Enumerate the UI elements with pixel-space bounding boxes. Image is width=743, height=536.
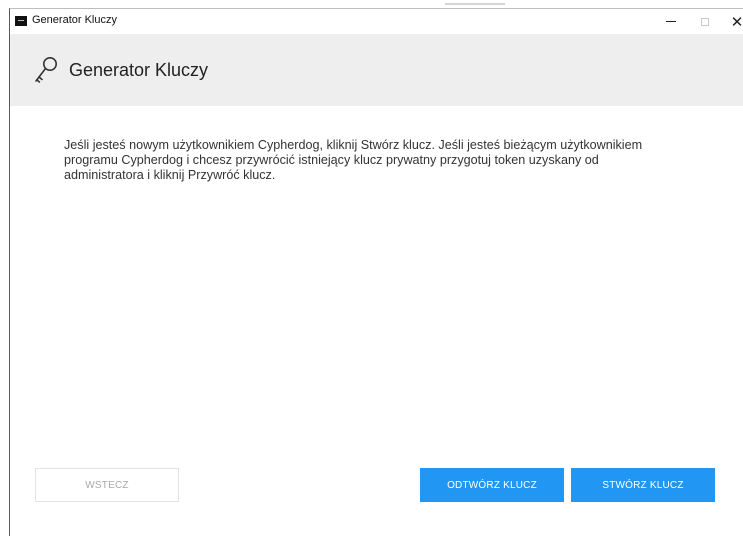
close-icon: ✕: [730, 13, 743, 31]
desktop-strip: [0, 0, 743, 8]
instructions-text: Jeśli jesteś nowym użytkownikiem Cypherd…: [64, 138, 714, 183]
window-title: Generator Kluczy: [32, 14, 117, 26]
back-button-label: WSTECZ: [85, 479, 129, 491]
minimize-button[interactable]: [654, 9, 688, 34]
restore-key-button[interactable]: ODTWÓRZ KLUCZ: [420, 468, 564, 502]
create-key-button[interactable]: STWÓRZ KLUCZ: [571, 468, 715, 502]
create-key-button-label: STWÓRZ KLUCZ: [602, 479, 684, 491]
app-window: Generator Kluczy ✕ Generator Kluczy Jeśl…: [9, 8, 743, 536]
restore-key-button-label: ODTWÓRZ KLUCZ: [447, 479, 537, 491]
instructions-line: Jeśli jesteś nowym użytkownikiem Cypherd…: [64, 138, 643, 152]
instructions-line: programu Cypherdog i chcesz przywrócić i…: [64, 153, 599, 167]
minimize-icon: [666, 21, 676, 22]
page-header: Generator Kluczy: [10, 34, 743, 106]
instructions-line: administratora i kliknij Przywróć klucz.: [64, 168, 276, 182]
key-icon: [35, 57, 57, 83]
maximize-icon: [701, 17, 709, 26]
page-title: Generator Kluczy: [69, 60, 209, 80]
screen: Generator Kluczy ✕ Generator Kluczy Jeśl…: [0, 0, 743, 536]
maximize-button[interactable]: [688, 9, 722, 34]
app-icon: [15, 16, 27, 26]
title-bar[interactable]: Generator Kluczy ✕: [10, 9, 743, 34]
desktop-mark: [445, 3, 505, 5]
back-button[interactable]: WSTECZ: [35, 468, 179, 502]
close-button[interactable]: ✕: [720, 9, 743, 34]
